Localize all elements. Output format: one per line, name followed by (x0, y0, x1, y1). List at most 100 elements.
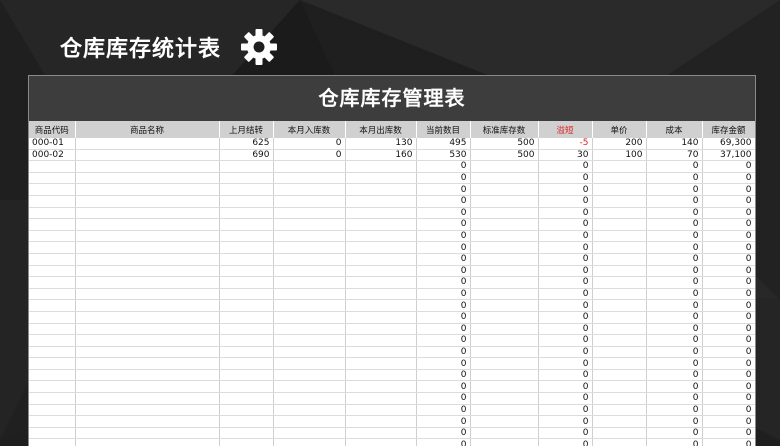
table-cell[interactable] (273, 172, 346, 185)
table-row[interactable]: 0000 (29, 380, 755, 394)
table-cell[interactable] (345, 230, 417, 243)
table-cell[interactable] (345, 392, 417, 405)
table-cell[interactable] (592, 183, 647, 196)
table-cell[interactable]: 000-01 (29, 138, 76, 150)
table-cell[interactable]: 0 (538, 172, 593, 185)
table-cell[interactable] (470, 404, 539, 417)
table-cell[interactable] (345, 183, 417, 196)
table-cell[interactable]: 690 (219, 149, 274, 162)
table-cell[interactable] (75, 415, 220, 428)
table-cell[interactable] (29, 276, 76, 289)
table-cell[interactable]: 70 (646, 149, 703, 162)
table-cell[interactable] (273, 230, 346, 243)
table-cell[interactable]: 0 (646, 369, 703, 382)
table-cell[interactable] (75, 218, 220, 231)
table-cell[interactable]: 0 (416, 369, 471, 382)
table-cell[interactable]: 0 (702, 195, 755, 208)
table-cell[interactable] (29, 299, 76, 312)
table-cell[interactable]: 0 (538, 311, 593, 324)
table-cell[interactable] (470, 276, 539, 289)
table-cell[interactable]: 0 (702, 357, 755, 370)
table-cell[interactable] (273, 369, 346, 382)
table-cell[interactable]: 0 (416, 253, 471, 266)
table-cell[interactable] (345, 369, 417, 382)
table-cell[interactable] (592, 427, 647, 440)
table-cell[interactable] (345, 195, 417, 208)
table-cell[interactable] (75, 172, 220, 185)
table-cell[interactable]: 0 (646, 276, 703, 289)
table-cell[interactable] (29, 230, 76, 243)
table-cell[interactable] (592, 253, 647, 266)
table-row[interactable]: 0000 (29, 253, 755, 266)
table-cell[interactable]: 0 (538, 427, 593, 440)
table-cell[interactable] (29, 357, 76, 370)
table-cell[interactable] (273, 323, 346, 336)
table-cell[interactable] (75, 404, 220, 417)
table-cell[interactable]: 0 (538, 392, 593, 405)
table-row[interactable]: 0000 (29, 218, 755, 231)
table-cell[interactable]: 0 (646, 160, 703, 173)
table-cell[interactable] (29, 218, 76, 231)
table-cell[interactable]: 0 (416, 265, 471, 278)
table-cell[interactable]: 0 (416, 195, 471, 208)
table-row[interactable]: 0000 (29, 207, 755, 220)
table-cell[interactable] (345, 218, 417, 231)
table-cell[interactable] (29, 253, 76, 266)
table-cell[interactable]: 130 (345, 138, 417, 150)
table-cell[interactable]: 0 (702, 160, 755, 173)
table-cell[interactable] (75, 138, 220, 150)
table-cell[interactable]: 0 (538, 334, 593, 347)
table-cell[interactable] (273, 415, 346, 428)
table-cell[interactable]: 0 (416, 218, 471, 231)
table-cell[interactable] (592, 357, 647, 370)
table-row[interactable]: 0000 (29, 183, 755, 196)
table-cell[interactable] (219, 288, 274, 301)
table-cell[interactable] (219, 334, 274, 347)
table-cell[interactable] (345, 415, 417, 428)
table-cell[interactable] (345, 380, 417, 394)
table-cell[interactable]: 500 (470, 149, 539, 162)
table-cell[interactable] (219, 230, 274, 243)
table-cell[interactable] (345, 172, 417, 185)
table-cell[interactable] (29, 311, 76, 324)
table-cell[interactable] (470, 334, 539, 347)
table-cell[interactable] (75, 311, 220, 324)
table-cell[interactable] (29, 415, 76, 428)
table-cell[interactable] (219, 323, 274, 336)
table-cell[interactable]: 0 (538, 160, 593, 173)
table-cell[interactable]: 0 (702, 288, 755, 301)
table-cell[interactable] (470, 346, 539, 359)
table-cell[interactable] (219, 392, 274, 405)
table-cell[interactable]: 0 (538, 415, 593, 428)
table-cell[interactable]: 0 (702, 369, 755, 382)
table-cell[interactable] (470, 392, 539, 405)
table-cell[interactable] (592, 265, 647, 278)
table-cell[interactable] (273, 357, 346, 370)
table-cell[interactable] (29, 288, 76, 301)
table-cell[interactable]: 625 (219, 138, 274, 150)
table-cell[interactable] (470, 253, 539, 266)
table-cell[interactable] (75, 195, 220, 208)
table-cell[interactable] (345, 357, 417, 370)
table-cell[interactable]: 0 (538, 183, 593, 196)
table-cell[interactable]: 0 (646, 346, 703, 359)
table-cell[interactable]: 0 (416, 276, 471, 289)
table-cell[interactable] (273, 380, 346, 394)
table-cell[interactable]: 0 (416, 334, 471, 347)
table-cell[interactable] (273, 218, 346, 231)
table-row[interactable]: 0000 (29, 427, 755, 440)
table-cell[interactable] (470, 323, 539, 336)
table-cell[interactable] (592, 276, 647, 289)
table-cell[interactable] (219, 299, 274, 312)
table-cell[interactable]: 200 (592, 138, 647, 150)
table-cell[interactable]: 0 (702, 230, 755, 243)
table-cell[interactable]: 0 (702, 380, 755, 394)
table-cell[interactable] (219, 160, 274, 173)
table-cell[interactable] (273, 253, 346, 266)
table-cell[interactable]: 0 (646, 218, 703, 231)
table-cell[interactable] (29, 392, 76, 405)
table-cell[interactable] (273, 207, 346, 220)
table-cell[interactable] (592, 299, 647, 312)
table-cell[interactable]: 0 (538, 323, 593, 336)
table-cell[interactable]: 37,100 (702, 149, 755, 162)
